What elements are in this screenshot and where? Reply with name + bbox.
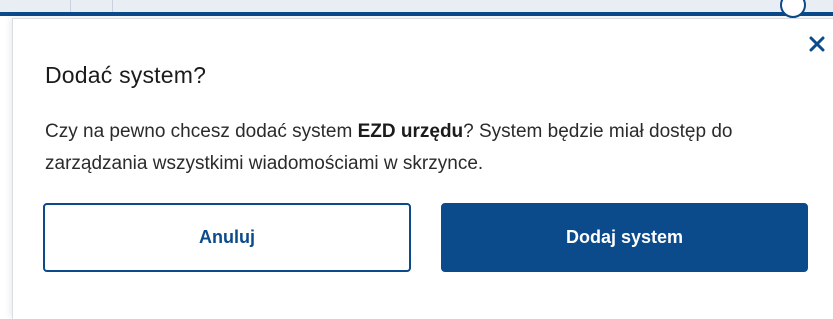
add-system-button[interactable]: Dodaj system xyxy=(441,203,808,272)
close-button[interactable] xyxy=(807,34,827,54)
cancel-button[interactable]: Anuluj xyxy=(43,203,411,272)
message-prefix: Czy na pewno chcesz dodać system xyxy=(45,121,358,142)
dialog-message: Czy na pewno chcesz dodać system EZD urz… xyxy=(45,116,775,180)
background-accent-line xyxy=(0,12,833,16)
system-name: EZD urzędu xyxy=(357,121,464,142)
close-icon xyxy=(809,36,825,52)
dialog-title: Dodać system? xyxy=(45,62,207,88)
